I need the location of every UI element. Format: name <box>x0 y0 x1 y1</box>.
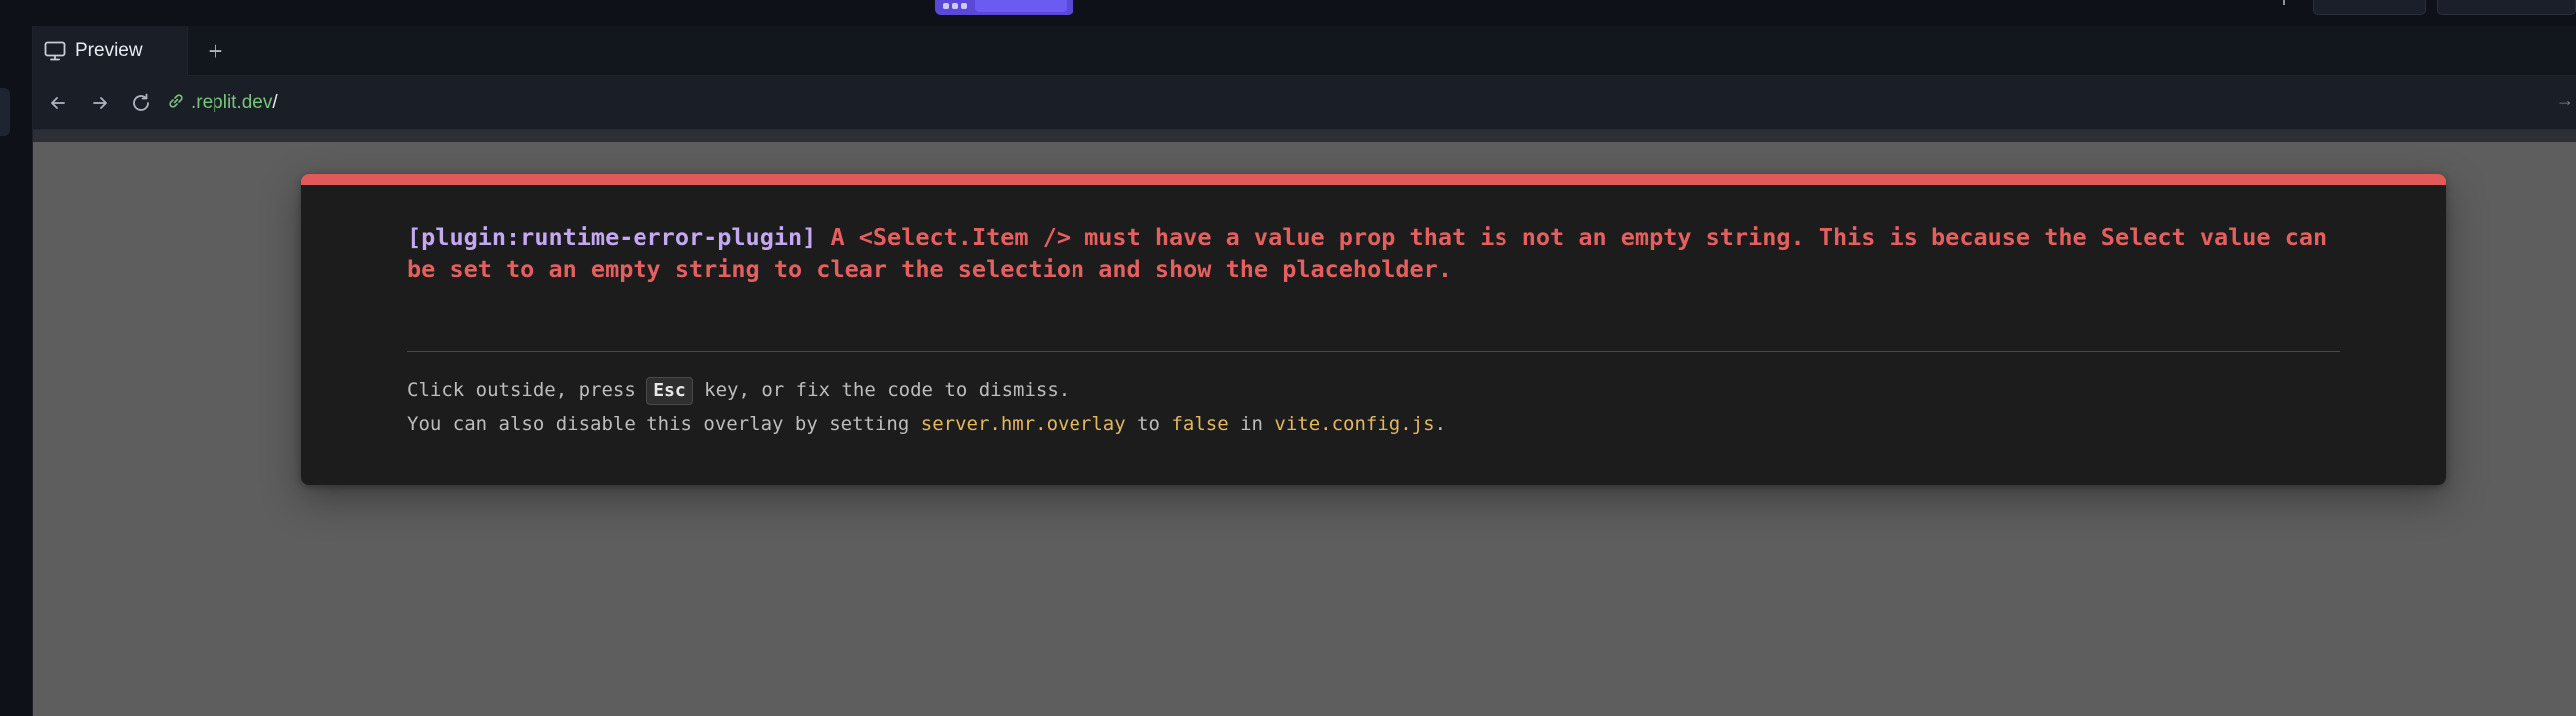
error-message: [plugin:runtime-error-plugin] A <Select.… <box>407 221 2362 285</box>
config-value: false <box>1171 413 1229 435</box>
config-key: server.hmr.overlay <box>920 413 1126 435</box>
url-domain: .replit.dev <box>191 92 273 113</box>
tip-text: . <box>1434 413 1447 435</box>
error-plugin: [plugin:runtime-error-plugin] <box>407 223 817 251</box>
tab-preview[interactable]: Preview <box>33 26 188 76</box>
tab-preview-label: Preview <box>75 40 143 61</box>
monitor-icon <box>43 39 67 63</box>
left-rail <box>0 26 33 716</box>
tab-bar: Preview + <box>33 26 2576 76</box>
dots-icon <box>943 3 969 12</box>
top-bar <box>0 0 2576 26</box>
run-button-inner <box>975 0 1067 12</box>
tip-text: Click outside, press <box>407 379 647 401</box>
tip-text: key, or fix the code to dismiss. <box>692 379 1071 401</box>
divider <box>407 351 2340 352</box>
run-button[interactable] <box>935 0 1073 15</box>
config-file: vite.config.js <box>1274 413 1435 435</box>
url-path: / <box>272 92 278 113</box>
address-field[interactable]: .replit.dev / <box>167 84 2561 122</box>
tip-text: You can also disable this overlay by set… <box>407 413 921 435</box>
esc-key: Esc <box>646 377 693 405</box>
invite-button[interactable] <box>2313 0 2426 15</box>
disable-tip: You can also disable this overlay by set… <box>407 409 2362 439</box>
chevron-icon[interactable] <box>2283 0 2289 5</box>
reload-icon[interactable] <box>126 88 156 118</box>
tip-text: in <box>1228 413 1275 435</box>
arrow-right-icon[interactable] <box>85 88 115 118</box>
url-bar: .replit.dev / → <box>33 76 2576 130</box>
dismiss-tip: Click outside, press Esc key, or fix the… <box>407 375 2362 405</box>
error-overlay[interactable]: [plugin:runtime-error-plugin] A <Select.… <box>301 174 2446 485</box>
arrow-left-icon[interactable] <box>43 88 73 118</box>
arrow-right-bar-icon[interactable]: → <box>2556 90 2574 111</box>
add-tab-button[interactable]: + <box>201 36 230 66</box>
link-icon <box>167 92 185 115</box>
tip-text: to <box>1125 413 1172 435</box>
deploy-button[interactable] <box>2437 0 2576 15</box>
sidebar-toggle[interactable] <box>0 88 10 136</box>
